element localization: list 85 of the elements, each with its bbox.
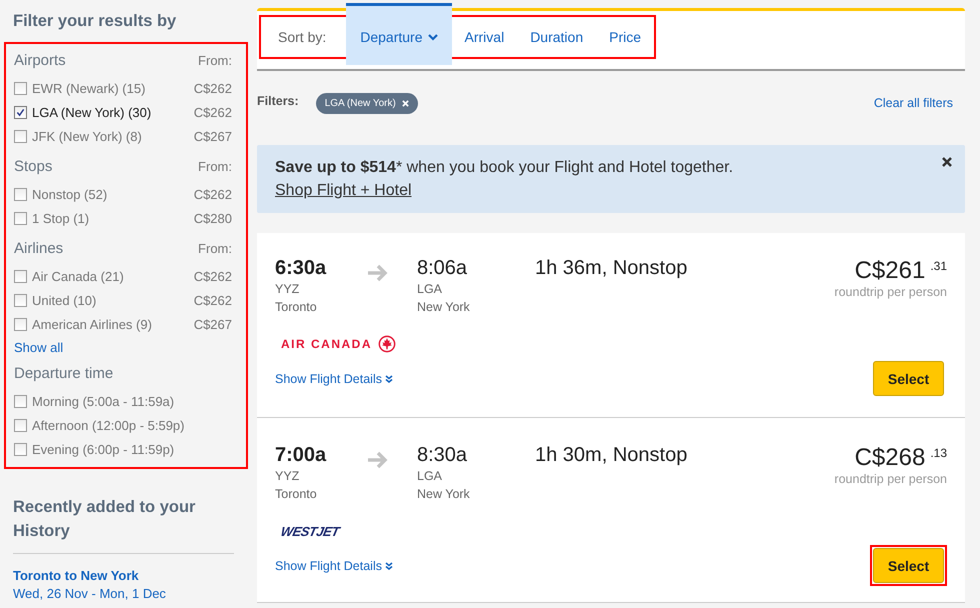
option-price: C$262 (194, 268, 232, 284)
checkbox[interactable] (14, 188, 27, 200)
airport-code: LGA (417, 468, 444, 485)
flight-details-link[interactable]: Show Flight Details (275, 372, 393, 386)
city-name: New York (417, 486, 471, 503)
price: C$268 (854, 444, 926, 472)
checkbox[interactable] (14, 442, 27, 456)
show-all-link[interactable]: Show all (14, 340, 232, 355)
history-dates: Wed, 26 Nov - Mon, 1 Dec (13, 586, 167, 601)
flight-details-link[interactable]: Show Flight Details (275, 558, 393, 572)
airline-logo: AIR CANADA (281, 337, 372, 351)
sort-label: Sort by: (277, 28, 328, 47)
arrow-right-icon (367, 450, 389, 470)
departure-time: 6:30a (275, 257, 328, 280)
filter-option[interactable]: Air Canada (21) (32, 268, 194, 284)
filter-option[interactable]: American Airlines (9) (32, 316, 194, 332)
history-title: Recently added to your History (13, 497, 196, 542)
departure-time: 7:00a (275, 444, 328, 467)
city-name: Toronto (275, 299, 318, 316)
sort-tab[interactable]: Arrival (452, 17, 518, 57)
filter-option[interactable]: Afternoon (12:00p - 5:59p) (32, 418, 232, 432)
close-icon[interactable] (942, 157, 952, 167)
filter-option[interactable]: Morning (5:00a - 11:59a) (32, 394, 232, 408)
option-price: C$280 (194, 210, 232, 226)
group-heading: Departure time (14, 365, 114, 382)
sidebar-title: Filter your results by (12, 11, 178, 32)
price-cents: .31 (930, 259, 947, 273)
checkbox[interactable] (14, 212, 27, 224)
promo-link[interactable]: Shop Flight + Hotel (275, 182, 947, 200)
checkbox[interactable] (14, 106, 27, 118)
checkbox[interactable] (14, 418, 27, 432)
group-heading: Airports (14, 52, 66, 69)
sort-tab[interactable]: Duration (517, 17, 596, 57)
option-price: C$262 (194, 186, 232, 202)
price-cents: .13 (930, 446, 947, 460)
option-price: C$267 (194, 128, 232, 144)
checkbox[interactable] (14, 82, 27, 94)
airline-logo: WESTJET (279, 524, 340, 538)
filter-chip[interactable]: LGA (New York) (316, 92, 418, 114)
price-note: roundtrip per person (834, 472, 947, 486)
option-price: C$262 (194, 292, 232, 308)
airport-code: YYZ (275, 468, 300, 485)
checkbox[interactable] (14, 394, 27, 408)
duration-text: 1h 30m, Nonstop (535, 444, 688, 467)
promo-text: Save up to $514* when you book your Flight and Hotel together. (275, 159, 734, 177)
checkbox[interactable] (14, 294, 27, 306)
sort-tab[interactable]: Departure (346, 17, 452, 65)
checkbox[interactable] (14, 130, 27, 142)
price-note: roundtrip per person (834, 285, 947, 299)
select-button[interactable]: Select (873, 548, 944, 583)
city-name: Toronto (275, 486, 318, 503)
filter-option[interactable]: Nonstop (52) (32, 186, 194, 202)
filter-option[interactable]: LGA (New York) (30) (32, 104, 194, 120)
arrival-time: 8:30a (417, 444, 468, 467)
filter-option[interactable]: JFK (New York) (8) (32, 128, 194, 144)
sort-tab[interactable]: Price (596, 17, 654, 57)
price: C$261 (854, 257, 926, 285)
from-label: From: (198, 241, 232, 256)
arrow-right-icon (367, 263, 389, 283)
group-heading: Airlines (14, 240, 64, 257)
filters-label: Filters: (257, 94, 299, 108)
option-price: C$262 (194, 104, 232, 120)
history-route-link[interactable]: Toronto to New York (13, 568, 234, 583)
airport-code: YYZ (275, 281, 300, 298)
maple-leaf-icon (378, 335, 396, 353)
double-chevron-icon (385, 374, 393, 382)
clear-filters-link[interactable]: Clear all filters (874, 96, 953, 110)
arrival-time: 8:06a (417, 257, 468, 280)
double-chevron-icon (385, 562, 393, 570)
from-label: From: (198, 159, 232, 174)
duration-text: 1h 36m, Nonstop (535, 257, 688, 280)
option-price: C$267 (194, 316, 232, 332)
checkbox[interactable] (14, 270, 27, 282)
filter-option[interactable]: 1 Stop (1) (32, 210, 194, 226)
filter-option[interactable]: Evening (6:00p - 11:59p) (32, 442, 232, 456)
group-heading: Stops (14, 158, 52, 175)
from-label: From: (198, 53, 232, 68)
filter-option[interactable]: United (10) (32, 292, 194, 308)
chevron-down-icon (428, 33, 438, 41)
option-price: C$262 (194, 80, 232, 96)
city-name: New York (417, 299, 471, 316)
filter-option[interactable]: EWR (Newark) (15) (32, 80, 194, 96)
checkbox[interactable] (14, 318, 27, 330)
airport-code: LGA (417, 281, 444, 298)
select-button[interactable]: Select (873, 361, 944, 396)
